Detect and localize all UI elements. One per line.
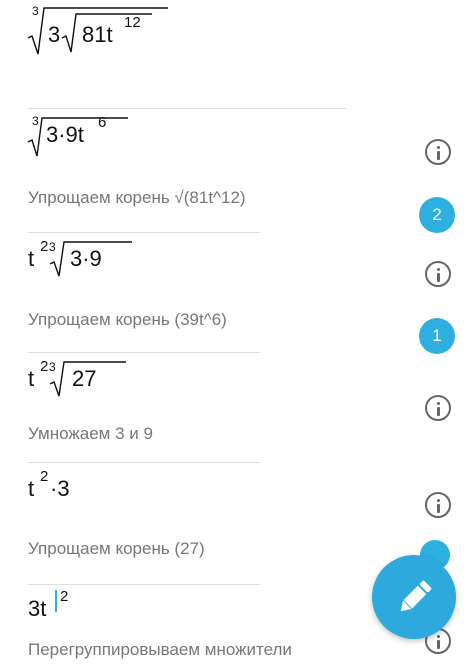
base: t bbox=[28, 246, 35, 271]
divider bbox=[28, 352, 260, 353]
step-description: Упрощаем корень √(81t^12) bbox=[28, 188, 246, 207]
info-icon[interactable] bbox=[425, 261, 451, 287]
divider bbox=[28, 108, 346, 109]
info-icon[interactable] bbox=[425, 492, 451, 518]
radicand: 3·9t bbox=[46, 122, 84, 147]
expression-step-3: t 2 3 27 bbox=[28, 358, 148, 404]
step-description: Упрощаем корень (39t^6) bbox=[28, 310, 227, 329]
base: t bbox=[28, 476, 35, 501]
expression-step-1: 3 3·9t 6 bbox=[27, 112, 148, 158]
exponent: 2 bbox=[60, 588, 69, 605]
exponent: 2 bbox=[40, 238, 49, 255]
divider bbox=[28, 232, 260, 233]
exponent: 12 bbox=[124, 14, 141, 31]
radicand: 27 bbox=[72, 366, 97, 391]
step-count-badge[interactable]: 1 bbox=[419, 318, 455, 354]
pencil-icon bbox=[400, 580, 432, 612]
step-count-badge[interactable]: 2 bbox=[419, 197, 455, 233]
coefficient: 3t bbox=[28, 596, 47, 621]
base: t bbox=[28, 366, 35, 391]
exponent: 6 bbox=[98, 114, 107, 131]
expression-step-4: t 2 ·3 bbox=[28, 468, 108, 508]
expression-step-2: t 2 3 3·9 bbox=[28, 238, 148, 284]
step-description: Перегруппировываем множители bbox=[28, 640, 292, 659]
exponent: 2 bbox=[40, 358, 49, 375]
multiplier: ·3 bbox=[50, 476, 70, 501]
divider bbox=[28, 462, 260, 463]
expression-original: 3 3 81t 12 bbox=[27, 2, 178, 58]
step-description: Упрощаем корень (27) bbox=[28, 539, 205, 558]
edit-button[interactable] bbox=[372, 555, 456, 639]
radicand: 3·9 bbox=[70, 246, 102, 271]
info-icon[interactable] bbox=[425, 139, 451, 165]
radicand: 81t bbox=[82, 22, 113, 47]
expression-result[interactable]: 3t 2 bbox=[28, 588, 108, 628]
info-icon[interactable] bbox=[425, 395, 451, 421]
step-description: Умножаем 3 и 9 bbox=[28, 424, 153, 443]
exponent: 2 bbox=[40, 468, 49, 485]
text-cursor bbox=[55, 590, 57, 612]
root-coefficient: 3 bbox=[48, 22, 61, 47]
divider bbox=[28, 584, 260, 585]
